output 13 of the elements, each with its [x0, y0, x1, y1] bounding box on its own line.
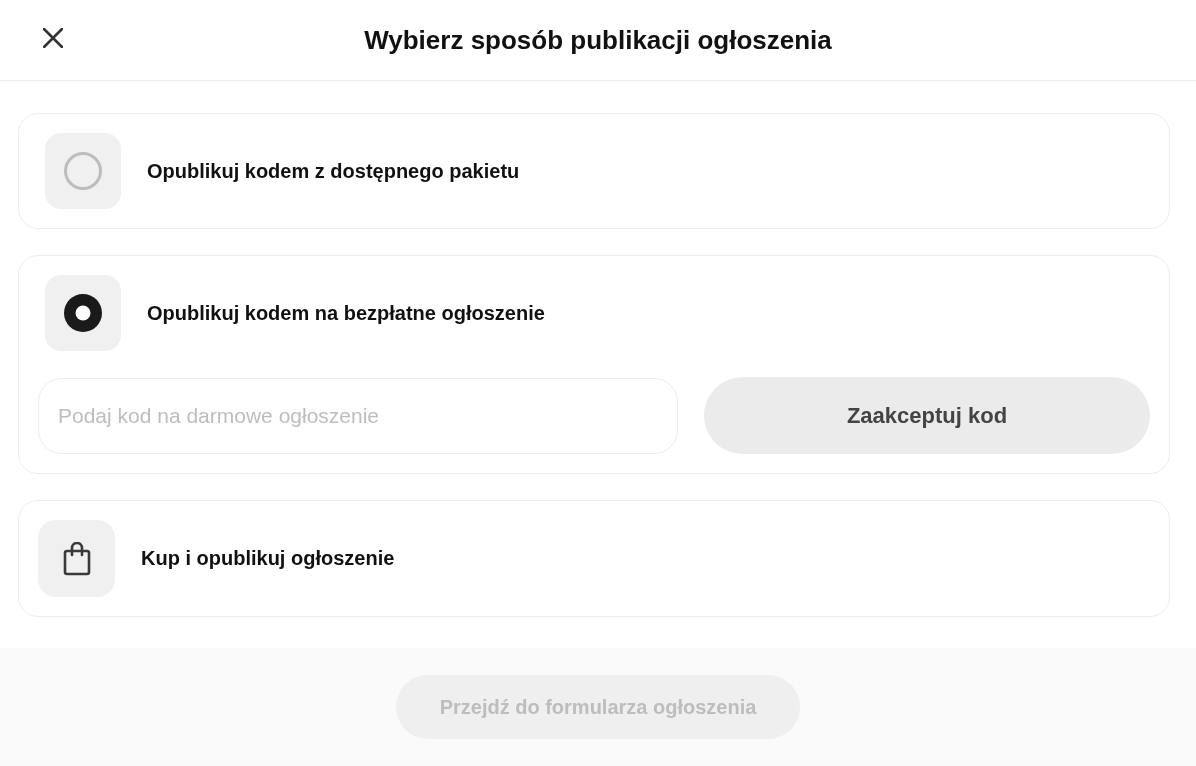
close-icon [43, 28, 63, 48]
option-label: Opublikuj kodem na bezpłatne ogłoszenie [147, 300, 545, 326]
option-card[interactable]: Opublikuj kodem na bezpłatne ogłoszenie Podaj kod na darmowe ogłoszenie Zaakceptuj kod [18, 255, 1170, 474]
option-card[interactable]: Kup i opublikuj ogłoszenie [18, 500, 1170, 617]
radio-button[interactable] [45, 133, 121, 209]
shopping-bag-icon [38, 520, 115, 597]
option-card[interactable]: Opublikuj kodem z dostępnego pakietu [18, 113, 1170, 229]
code-input-field[interactable]: Podaj kod na darmowe ogłoszenie [38, 377, 678, 454]
dialog-title: Wybierz sposób publikacji ogłoszenia [364, 27, 832, 53]
option-label: Kup i opublikuj ogłoszenie [141, 546, 395, 571]
option-label: Opublikuj kodem z dostępnego pakietu [147, 158, 520, 184]
accept-code-button[interactable]: Zaakceptuj kod [704, 377, 1150, 454]
radio-button[interactable] [45, 275, 121, 351]
